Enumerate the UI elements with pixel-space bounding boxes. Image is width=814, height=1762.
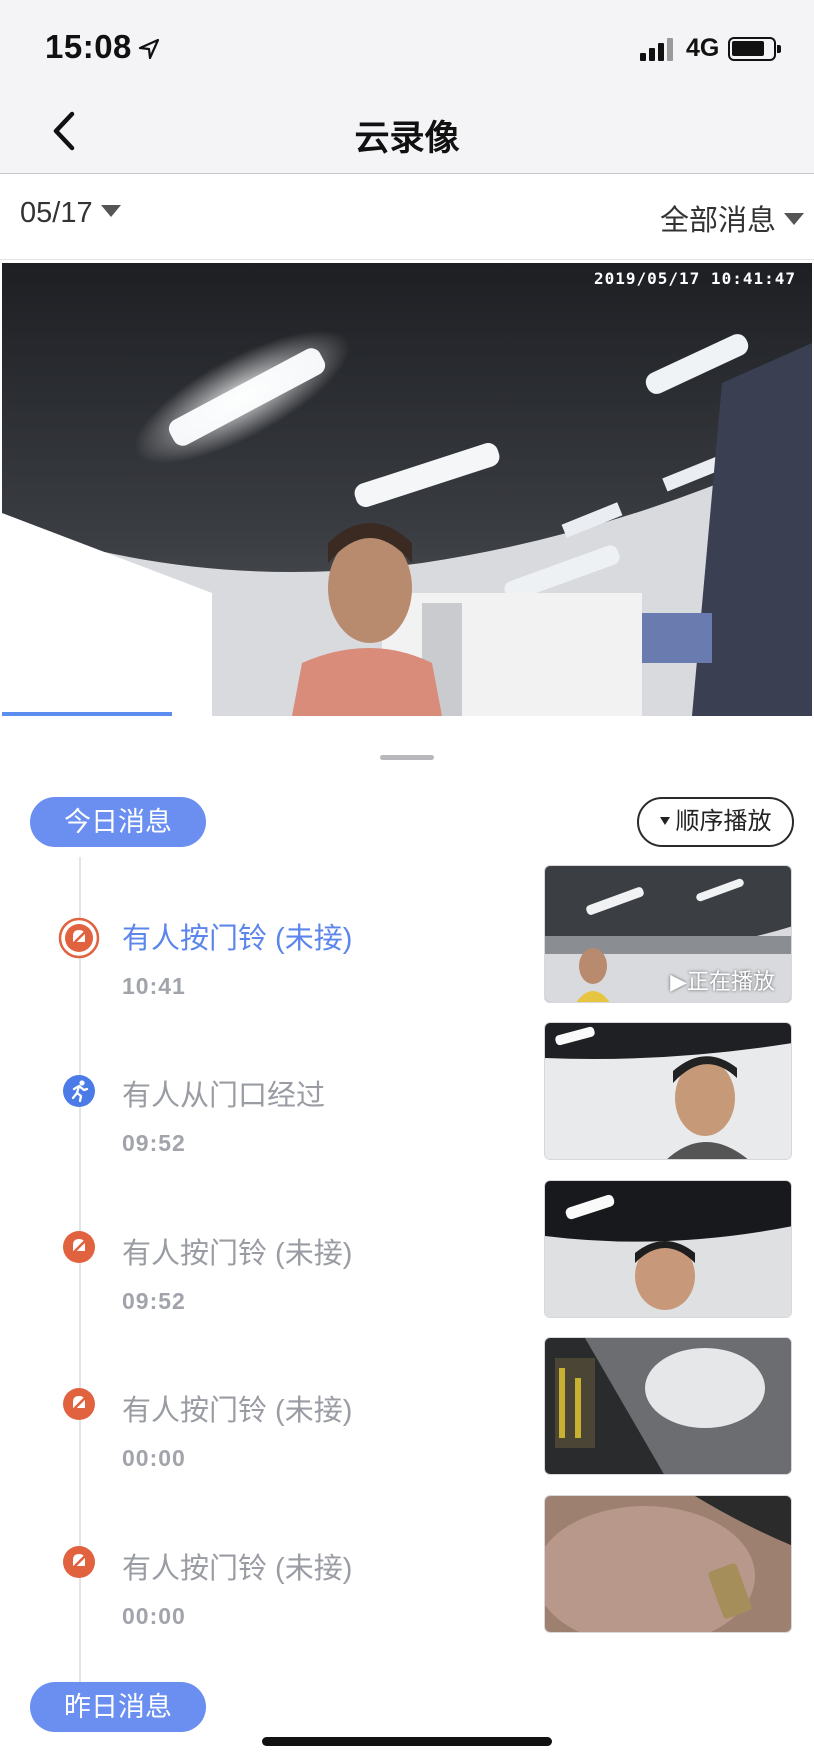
dropdown-triangle-icon: [784, 213, 804, 226]
event-time: 10:41: [122, 973, 186, 999]
video-player[interactable]: 2019/05/17 10:41:47 360 可视门铃: [2, 263, 812, 716]
event-item[interactable]: 有人按门铃 (未接) 10:41 ▶正在播放: [0, 865, 814, 1005]
thumbnail-image: [545, 1023, 791, 1159]
event-thumbnail[interactable]: [544, 1022, 792, 1160]
video-frame: [2, 263, 812, 716]
event-thumbnail[interactable]: [544, 1495, 792, 1633]
section-yesterday-label: 昨日消息: [30, 1682, 206, 1732]
event-thumbnail[interactable]: [544, 1180, 792, 1318]
thumbnail-image: [545, 1338, 791, 1474]
event-item[interactable]: 有人按门铃 (未接) 09:52: [0, 1180, 814, 1320]
event-title: 有人按门铃 (未接): [122, 1395, 353, 1427]
thumbnail-image: [545, 1181, 791, 1317]
doorbell-missed-icon: [63, 1388, 95, 1420]
event-title: 有人按门铃 (未接): [122, 923, 353, 955]
event-time: 09:52: [122, 1130, 186, 1156]
dropdown-triangle-icon: [659, 816, 670, 825]
motion-running-icon: [63, 1075, 95, 1107]
event-item[interactable]: 有人从门口经过 09:52: [0, 1022, 814, 1162]
battery-icon: [728, 37, 781, 61]
sequential-play-button[interactable]: 顺序播放: [637, 797, 794, 847]
message-type-dropdown[interactable]: 全部消息: [660, 197, 804, 239]
event-time: 00:00: [122, 1445, 186, 1471]
svg-text:360: 360: [22, 665, 60, 686]
doorbell-missed-icon: [58, 917, 100, 959]
page-title: 云录像: [354, 119, 460, 158]
location-arrow-icon: [138, 38, 160, 60]
status-bar: 15:08 4G: [0, 0, 814, 92]
event-title: 有人从门口经过: [122, 1080, 326, 1112]
date-dropdown[interactable]: 05/17: [20, 197, 121, 230]
doorbell-missed-icon: [63, 1546, 95, 1578]
video-timestamp: 2019/05/17 10:41:47: [593, 269, 796, 288]
event-thumbnail[interactable]: [544, 1337, 792, 1475]
navigation-bar: 云录像: [0, 92, 814, 174]
signal-strength-icon: [640, 37, 676, 61]
event-time: 09:52: [122, 1288, 186, 1314]
video-progress-bar[interactable]: [2, 712, 173, 716]
now-playing-badge: ▶正在播放: [670, 969, 775, 994]
brand-watermark-logo: 360 可视门铃: [21, 664, 78, 703]
event-title: 有人按门铃 (未接): [122, 1553, 353, 1585]
sequential-play-label: 顺序播放: [675, 808, 772, 835]
event-time: 00:00: [122, 1603, 186, 1629]
event-item[interactable]: 有人按门铃 (未接) 00:00: [0, 1495, 814, 1635]
home-indicator[interactable]: [262, 1737, 552, 1746]
thumbnail-image: [545, 1496, 791, 1632]
section-today-label: 今日消息: [30, 797, 206, 847]
network-type: 4G: [686, 34, 720, 62]
svg-text:可视门铃: 可视门铃: [22, 687, 78, 703]
message-type-label: 全部消息: [659, 205, 776, 237]
event-thumbnail[interactable]: ▶正在播放: [544, 865, 792, 1003]
event-item[interactable]: 有人按门铃 (未接) 00:00: [0, 1337, 814, 1477]
filter-row: 05/17 全部消息: [0, 175, 814, 260]
event-title: 有人按门铃 (未接): [122, 1238, 353, 1270]
date-label: 05/17: [20, 197, 93, 229]
status-time: 15:08: [45, 28, 132, 65]
dropdown-triangle-icon: [100, 205, 121, 218]
doorbell-missed-icon: [63, 1231, 95, 1263]
drag-handle[interactable]: [380, 755, 434, 760]
